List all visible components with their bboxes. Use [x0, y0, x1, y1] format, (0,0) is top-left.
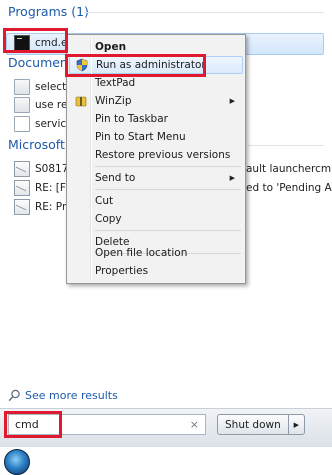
menu-separator	[95, 230, 241, 231]
menu-item-copy[interactable]: Copy	[69, 210, 243, 228]
outlook-group-divider	[248, 145, 324, 146]
menu-item-cut[interactable]: Cut	[69, 192, 243, 210]
shutdown-button[interactable]: Shut down	[218, 415, 288, 434]
menu-item-winzip[interactable]: WinZip ▶	[69, 92, 243, 110]
search-input-value: cmd	[15, 418, 39, 431]
submenu-arrow-icon: ▶	[229, 97, 235, 105]
programs-group-divider	[84, 12, 324, 13]
uac-shield-icon	[76, 58, 88, 72]
menu-item-properties[interactable]: Properties	[69, 262, 243, 280]
mail-item-trailing: ed to 'Pending A...	[246, 182, 332, 194]
mail-icon	[14, 161, 30, 177]
menu-item-run-as-administrator[interactable]: Run as administrator	[69, 56, 243, 74]
menu-item-textpad[interactable]: TextPad	[69, 74, 243, 92]
menu-separator	[95, 189, 241, 190]
documents-group-header: Document	[8, 55, 73, 70]
see-more-results-link[interactable]: See more results	[8, 389, 118, 402]
menu-item-pin-to-taskbar[interactable]: Pin to Taskbar	[69, 110, 243, 128]
search-input[interactable]: cmd ×	[8, 414, 206, 435]
document-icon	[14, 79, 30, 95]
search-icon	[8, 389, 20, 402]
shutdown-options-arrow-icon[interactable]: ▶	[287, 415, 304, 434]
submenu-arrow-icon: ▶	[229, 174, 235, 182]
menu-item-pin-to-start-menu[interactable]: Pin to Start Menu	[69, 128, 243, 146]
document-icon	[14, 97, 30, 113]
mail-icon	[14, 180, 30, 196]
winzip-icon	[75, 96, 87, 107]
cmd-icon	[14, 35, 30, 51]
windows-start-orb-icon[interactable]	[4, 449, 30, 475]
shutdown-button-group: Shut down ▶	[217, 414, 305, 435]
programs-group-header: Programs (1)	[8, 4, 89, 19]
text-file-icon	[14, 116, 30, 132]
mail-icon	[14, 199, 30, 215]
menu-item-send-to[interactable]: Send to ▶	[69, 169, 243, 187]
document-item[interactable]: use rec	[14, 96, 73, 114]
context-menu: Open Run as administrator TextPad WinZip…	[66, 34, 246, 284]
menu-item-restore-previous-versions[interactable]: Restore previous versions	[69, 146, 243, 164]
menu-item-open[interactable]: Open	[69, 38, 243, 56]
menu-separator	[95, 166, 241, 167]
clear-search-icon[interactable]: ×	[190, 418, 199, 431]
menu-item-open-file-location[interactable]: Open file location	[69, 244, 243, 262]
mail-item-trailing: ault launchercm...	[246, 163, 332, 175]
